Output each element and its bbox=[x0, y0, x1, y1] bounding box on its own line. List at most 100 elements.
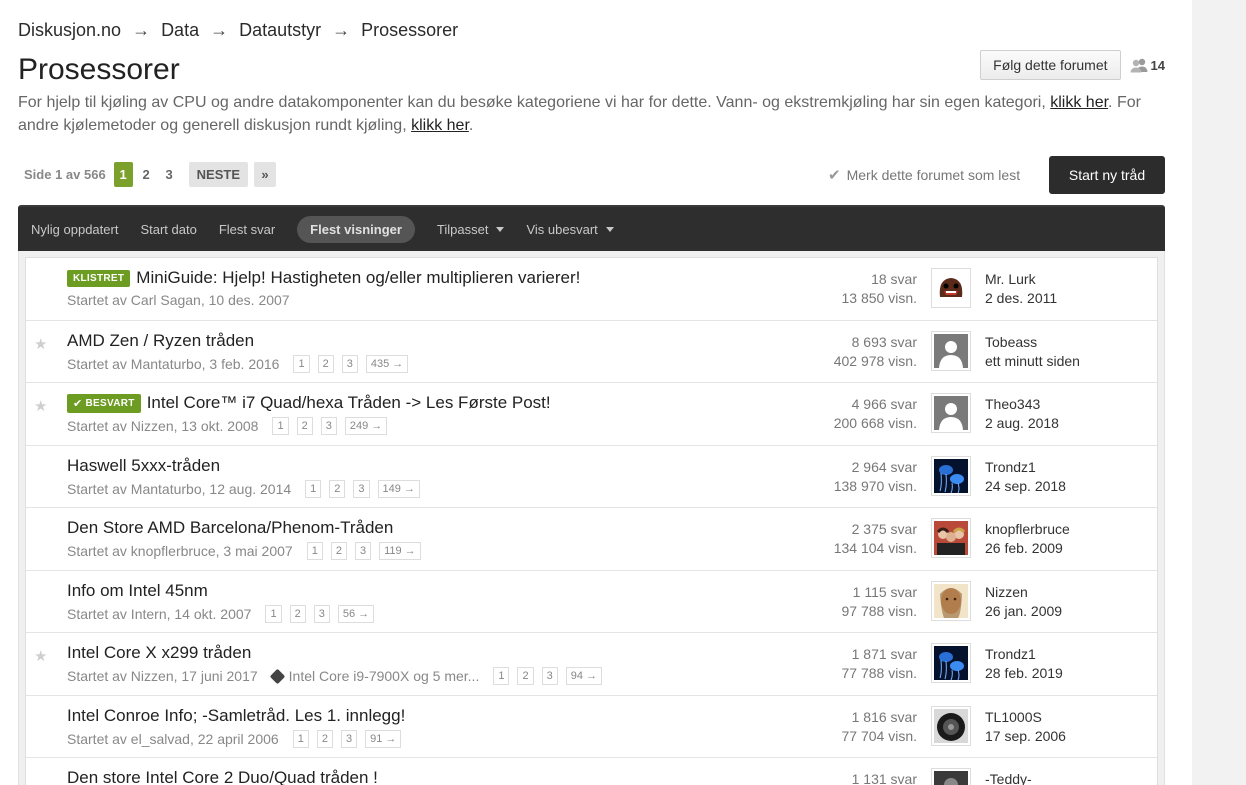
thread-page-link[interactable]: 91 → bbox=[365, 729, 402, 748]
thread-page-link[interactable]: 2 bbox=[316, 729, 333, 748]
thread-starter[interactable]: Startet av Mantaturbo, 3 feb. 2016 bbox=[67, 356, 279, 372]
thread-starter[interactable]: Startet av Carl Sagan, 10 des. 2007 bbox=[67, 292, 290, 308]
sort-tab-most-replies[interactable]: Flest svar bbox=[219, 222, 275, 237]
last-poster[interactable]: Theo343 bbox=[985, 395, 1059, 414]
last-post-date[interactable]: 28 feb. 2019 bbox=[985, 664, 1063, 683]
page-2-button[interactable]: 2 bbox=[137, 162, 156, 187]
last-page-button[interactable]: » bbox=[254, 162, 277, 187]
thread-page-link[interactable]: 149 → bbox=[377, 479, 420, 498]
thread-page-link[interactable]: 1 bbox=[292, 729, 309, 748]
thread-page-link[interactable]: 435 → bbox=[365, 354, 409, 373]
last-poster[interactable]: Nizzen bbox=[985, 583, 1062, 602]
thread-page-link[interactable]: 1 bbox=[305, 479, 322, 498]
thread-page-link[interactable]: 2 bbox=[330, 542, 347, 560]
next-page-button[interactable]: NESTE bbox=[188, 162, 249, 187]
mark-read-link[interactable]: ✔ Merk dette forumet som lest bbox=[828, 166, 1020, 184]
thread-title[interactable]: AMD Zen / Ryzen tråden bbox=[67, 331, 254, 351]
avatar[interactable] bbox=[931, 455, 971, 496]
cooling-link[interactable]: klikk her bbox=[411, 117, 469, 134]
thread-starter[interactable]: Startet av Nizzen, 17 juni 2017 bbox=[67, 668, 258, 684]
thread-starter[interactable]: Startet av knopflerbruce, 3 mai 2007 bbox=[67, 543, 293, 559]
thread-row[interactable]: ★ Intel Core X x299 tråden Startet av Nizz… bbox=[26, 633, 1157, 696]
follow-forum-button[interactable]: Følg dette forumet bbox=[980, 50, 1121, 80]
sort-tab-most-views[interactable]: Flest visninger bbox=[297, 215, 415, 243]
thread-page-link[interactable]: 94 → bbox=[565, 667, 603, 685]
star-icon[interactable]: ★ bbox=[34, 397, 47, 415]
thread-page-link[interactable]: 2 bbox=[289, 604, 306, 623]
thread-title[interactable]: Info om Intel 45nm bbox=[67, 581, 208, 601]
last-post-date[interactable]: 17 sep. 2006 bbox=[985, 727, 1066, 746]
last-post-date[interactable]: 2 des. 2011 bbox=[985, 289, 1057, 308]
thread-page-link[interactable]: 1 bbox=[306, 542, 323, 560]
last-poster[interactable]: Tobeass bbox=[985, 333, 1080, 352]
last-post-date[interactable]: 26 feb. 2009 bbox=[985, 539, 1070, 558]
thread-row[interactable]: Den Store AMD Barcelona/Phenom-Tråden Sta… bbox=[26, 508, 1157, 571]
last-post-date[interactable]: 26 jan. 2009 bbox=[985, 602, 1062, 621]
breadcrumb-item-datautstyr[interactable]: Datautstyr bbox=[239, 20, 321, 41]
thread-row[interactable]: ★ ✔ BESVART Intel Core™ i7 Quad/hexa Tråden… bbox=[26, 383, 1157, 446]
last-post-date[interactable]: 2 aug. 2018 bbox=[985, 414, 1059, 433]
watercooling-link[interactable]: klikk her bbox=[1050, 94, 1108, 111]
thread-row[interactable]: KLISTRET MiniGuide: Hjelp! Hastigheten og… bbox=[26, 258, 1157, 321]
thread-row[interactable]: Intel Conroe Info; -Samletråd. Les 1. in… bbox=[26, 696, 1157, 758]
avatar[interactable] bbox=[931, 268, 971, 308]
thread-starter[interactable]: Startet av Nizzen, 13 okt. 2008 bbox=[67, 418, 258, 434]
page-1-button[interactable]: 1 bbox=[113, 162, 133, 187]
last-poster[interactable]: -Teddy- bbox=[985, 770, 1032, 785]
thread-row[interactable]: Info om Intel 45nm Startet av Intern, 14 … bbox=[26, 571, 1157, 633]
avatar[interactable] bbox=[931, 705, 971, 746]
thread-row[interactable]: Haswell 5xxx-tråden Startet av Mantaturbo… bbox=[26, 446, 1157, 508]
thread-page-link[interactable]: 3 bbox=[320, 417, 337, 435]
thread-page-link[interactable]: 1 bbox=[272, 417, 289, 435]
thread-title[interactable]: Haswell 5xxx-tråden bbox=[67, 456, 220, 476]
thread-title[interactable]: Den store Intel Core 2 Duo/Quad tråden ! bbox=[67, 768, 378, 785]
avatar[interactable] bbox=[931, 393, 971, 433]
thread-page-link[interactable]: 119 → bbox=[379, 542, 421, 560]
page-3-button[interactable]: 3 bbox=[160, 162, 179, 187]
thread-starter[interactable]: Startet av el_salvad, 22 april 2006 bbox=[67, 731, 279, 747]
thread-page-link[interactable]: 3 bbox=[340, 729, 358, 748]
thread-page-link[interactable]: 2 bbox=[517, 667, 534, 685]
last-post-date[interactable]: ett minutt siden bbox=[985, 352, 1080, 371]
thread-page-link[interactable]: 2 bbox=[317, 354, 334, 373]
thread-title[interactable]: Den Store AMD Barcelona/Phenom-Tråden bbox=[67, 518, 393, 538]
sort-tab-custom[interactable]: Tilpasset bbox=[437, 222, 505, 237]
last-poster[interactable]: Trondz1 bbox=[985, 645, 1063, 664]
thread-page-link[interactable]: 3 bbox=[353, 479, 370, 498]
last-poster[interactable]: Trondz1 bbox=[985, 458, 1066, 477]
sort-tab-recent[interactable]: Nylig oppdatert bbox=[31, 222, 118, 237]
thread-starter[interactable]: Startet av Mantaturbo, 12 aug. 2014 bbox=[67, 481, 291, 497]
thread-title[interactable]: Intel Core X x299 tråden bbox=[67, 643, 251, 663]
thread-page-link[interactable]: 3 bbox=[354, 542, 372, 560]
thread-page-link[interactable]: 249 → bbox=[344, 417, 388, 435]
thread-page-link[interactable]: 3 bbox=[313, 604, 330, 623]
breadcrumb-item-prosessorer[interactable]: Prosessorer bbox=[361, 20, 458, 41]
thread-page-link[interactable]: 3 bbox=[341, 354, 358, 373]
thread-tags[interactable]: Intel Core i9-7900X og 5 mer... bbox=[289, 668, 480, 684]
avatar[interactable] bbox=[931, 580, 971, 621]
start-thread-button[interactable]: Start ny tråd bbox=[1049, 156, 1165, 194]
last-poster[interactable]: Mr. Lurk bbox=[985, 270, 1057, 289]
avatar[interactable] bbox=[931, 330, 971, 371]
thread-page-link[interactable]: 2 bbox=[296, 417, 313, 435]
thread-page-link[interactable]: 1 bbox=[293, 354, 310, 373]
breadcrumb-item-home[interactable]: Diskusjon.no bbox=[18, 20, 121, 41]
thread-page-link[interactable]: 1 bbox=[493, 667, 510, 685]
thread-page-link[interactable]: 56 → bbox=[337, 604, 375, 623]
breadcrumb-item-data[interactable]: Data bbox=[161, 20, 199, 41]
thread-row[interactable]: Den store Intel Core 2 Duo/Quad tråden !… bbox=[26, 758, 1157, 785]
thread-page-link[interactable]: 2 bbox=[329, 479, 346, 498]
thread-page-link[interactable]: 3 bbox=[541, 667, 558, 685]
thread-title[interactable]: Intel Conroe Info; -Samletråd. Les 1. in… bbox=[67, 706, 405, 726]
sort-tab-unanswered[interactable]: Vis ubesvart bbox=[526, 222, 614, 237]
thread-starter[interactable]: Startet av Intern, 14 okt. 2007 bbox=[67, 606, 251, 622]
thread-page-link[interactable]: 1 bbox=[265, 604, 282, 623]
avatar[interactable] bbox=[931, 643, 971, 683]
thread-title[interactable]: Intel Core™ i7 Quad/hexa Tråden -> Les F… bbox=[147, 393, 551, 413]
followers-icon[interactable] bbox=[1129, 57, 1149, 73]
thread-row[interactable]: ★ AMD Zen / Ryzen tråden Startet av Mantat… bbox=[26, 321, 1157, 383]
last-poster[interactable]: knopflerbruce bbox=[985, 520, 1070, 539]
thread-title[interactable]: MiniGuide: Hjelp! Hastigheten og/eller m… bbox=[136, 268, 580, 288]
sort-tab-start-date[interactable]: Start dato bbox=[140, 222, 196, 237]
last-poster[interactable]: TL1000S bbox=[985, 708, 1066, 727]
